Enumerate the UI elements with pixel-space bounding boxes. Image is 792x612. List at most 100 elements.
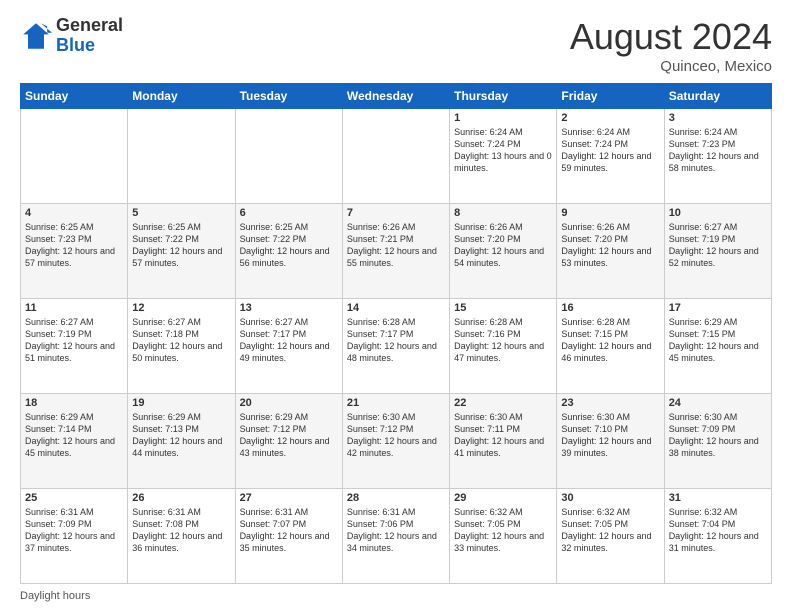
- day-number: 9: [561, 207, 659, 219]
- day-number: 18: [25, 397, 123, 409]
- calendar-cell: [21, 109, 128, 204]
- calendar-cell: 25 Sunrise: 6:31 AM Sunset: 7:09 PM Dayli…: [21, 489, 128, 584]
- day-number: 13: [240, 302, 338, 314]
- day-number: 3: [669, 112, 767, 124]
- week-row-3: 11 Sunrise: 6:27 AM Sunset: 7:19 PM Dayli…: [21, 299, 772, 394]
- day-info: Sunrise: 6:27 AM Sunset: 7:17 PM Dayligh…: [240, 316, 338, 365]
- day-info: Sunrise: 6:27 AM Sunset: 7:19 PM Dayligh…: [669, 221, 767, 270]
- footer: Daylight hours: [20, 590, 772, 602]
- day-info: Sunrise: 6:26 AM Sunset: 7:20 PM Dayligh…: [561, 221, 659, 270]
- day-number: 4: [25, 207, 123, 219]
- day-number: 26: [132, 492, 230, 504]
- day-number: 20: [240, 397, 338, 409]
- weekday-header-saturday: Saturday: [664, 84, 771, 109]
- day-info: Sunrise: 6:28 AM Sunset: 7:15 PM Dayligh…: [561, 316, 659, 365]
- weekday-header-row: SundayMondayTuesdayWednesdayThursdayFrid…: [21, 84, 772, 109]
- day-info: Sunrise: 6:27 AM Sunset: 7:18 PM Dayligh…: [132, 316, 230, 365]
- week-row-4: 18 Sunrise: 6:29 AM Sunset: 7:14 PM Dayli…: [21, 394, 772, 489]
- week-row-2: 4Sunrise: 6:25 AM Sunset: 7:23 PM Daylig…: [21, 204, 772, 299]
- calendar-cell: 18 Sunrise: 6:29 AM Sunset: 7:14 PM Dayli…: [21, 394, 128, 489]
- calendar-cell: 3 Sunrise: 6:24 AM Sunset: 7:23 PM Daylig…: [664, 109, 771, 204]
- calendar-cell: 27 Sunrise: 6:31 AM Sunset: 7:07 PM Dayli…: [235, 489, 342, 584]
- calendar-cell: 28 Sunrise: 6:31 AM Sunset: 7:06 PM Dayli…: [342, 489, 449, 584]
- day-number: 31: [669, 492, 767, 504]
- day-info: Sunrise: 6:25 AM Sunset: 7:22 PM Dayligh…: [132, 221, 230, 270]
- day-number: 5: [132, 207, 230, 219]
- calendar-cell: [342, 109, 449, 204]
- calendar-cell: 4Sunrise: 6:25 AM Sunset: 7:23 PM Daylig…: [21, 204, 128, 299]
- logo: General Blue: [20, 16, 123, 56]
- day-number: 14: [347, 302, 445, 314]
- day-number: 22: [454, 397, 552, 409]
- day-number: 17: [669, 302, 767, 314]
- day-info: Sunrise: 6:26 AM Sunset: 7:21 PM Dayligh…: [347, 221, 445, 270]
- calendar-cell: [235, 109, 342, 204]
- calendar-cell: 1 Sunrise: 6:24 AM Sunset: 7:24 PM Daylig…: [450, 109, 557, 204]
- calendar-cell: 29Sunrise: 6:32 AM Sunset: 7:05 PM Dayli…: [450, 489, 557, 584]
- day-number: 6: [240, 207, 338, 219]
- calendar-cell: 14Sunrise: 6:28 AM Sunset: 7:17 PM Dayli…: [342, 299, 449, 394]
- day-number: 23: [561, 397, 659, 409]
- calendar-cell: 23 Sunrise: 6:30 AM Sunset: 7:10 PM Dayli…: [557, 394, 664, 489]
- calendar-table: SundayMondayTuesdayWednesdayThursdayFrid…: [20, 83, 772, 584]
- day-number: 27: [240, 492, 338, 504]
- calendar-cell: 19 Sunrise: 6:29 AM Sunset: 7:13 PM Dayli…: [128, 394, 235, 489]
- location: Quinceo, Mexico: [570, 58, 772, 75]
- day-number: 25: [25, 492, 123, 504]
- day-info: Sunrise: 6:24 AM Sunset: 7:23 PM Dayligh…: [669, 126, 767, 175]
- day-number: 7: [347, 207, 445, 219]
- calendar-cell: 5 Sunrise: 6:25 AM Sunset: 7:22 PM Daylig…: [128, 204, 235, 299]
- calendar-cell: 30Sunrise: 6:32 AM Sunset: 7:05 PM Dayli…: [557, 489, 664, 584]
- day-number: 12: [132, 302, 230, 314]
- day-number: 21: [347, 397, 445, 409]
- day-info: Sunrise: 6:30 AM Sunset: 7:09 PM Dayligh…: [669, 411, 767, 460]
- day-info: Sunrise: 6:29 AM Sunset: 7:15 PM Dayligh…: [669, 316, 767, 365]
- day-info: Sunrise: 6:28 AM Sunset: 7:16 PM Dayligh…: [454, 316, 552, 365]
- day-info: Sunrise: 6:24 AM Sunset: 7:24 PM Dayligh…: [454, 126, 552, 175]
- day-info: Sunrise: 6:32 AM Sunset: 7:04 PM Dayligh…: [669, 506, 767, 555]
- month-year: August 2024: [570, 16, 772, 58]
- day-info: Sunrise: 6:31 AM Sunset: 7:08 PM Dayligh…: [132, 506, 230, 555]
- day-info: Sunrise: 6:26 AM Sunset: 7:20 PM Dayligh…: [454, 221, 552, 270]
- header: General Blue August 2024 Quinceo, Mexico: [20, 16, 772, 75]
- day-number: 1: [454, 112, 552, 124]
- day-info: Sunrise: 6:32 AM Sunset: 7:05 PM Dayligh…: [454, 506, 552, 555]
- calendar-cell: 31 Sunrise: 6:32 AM Sunset: 7:04 PM Dayli…: [664, 489, 771, 584]
- calendar-cell: 21Sunrise: 6:30 AM Sunset: 7:12 PM Dayli…: [342, 394, 449, 489]
- day-info: Sunrise: 6:31 AM Sunset: 7:07 PM Dayligh…: [240, 506, 338, 555]
- calendar-cell: [128, 109, 235, 204]
- day-info: Sunrise: 6:27 AM Sunset: 7:19 PM Dayligh…: [25, 316, 123, 365]
- week-row-1: 1 Sunrise: 6:24 AM Sunset: 7:24 PM Daylig…: [21, 109, 772, 204]
- day-number: 19: [132, 397, 230, 409]
- calendar-cell: 16 Sunrise: 6:28 AM Sunset: 7:15 PM Dayli…: [557, 299, 664, 394]
- weekday-header-tuesday: Tuesday: [235, 84, 342, 109]
- logo-general-text: General: [56, 15, 123, 35]
- day-number: 28: [347, 492, 445, 504]
- weekday-header-friday: Friday: [557, 84, 664, 109]
- calendar-cell: 7 Sunrise: 6:26 AM Sunset: 7:21 PM Daylig…: [342, 204, 449, 299]
- weekday-header-sunday: Sunday: [21, 84, 128, 109]
- weekday-header-monday: Monday: [128, 84, 235, 109]
- day-info: Sunrise: 6:29 AM Sunset: 7:14 PM Dayligh…: [25, 411, 123, 460]
- weekday-header-wednesday: Wednesday: [342, 84, 449, 109]
- day-info: Sunrise: 6:31 AM Sunset: 7:06 PM Dayligh…: [347, 506, 445, 555]
- logo-text: General Blue: [56, 16, 123, 56]
- calendar-cell: 10Sunrise: 6:27 AM Sunset: 7:19 PM Dayli…: [664, 204, 771, 299]
- logo-blue-text: Blue: [56, 35, 95, 55]
- calendar-cell: 11 Sunrise: 6:27 AM Sunset: 7:19 PM Dayli…: [21, 299, 128, 394]
- day-number: 16: [561, 302, 659, 314]
- day-info: Sunrise: 6:29 AM Sunset: 7:13 PM Dayligh…: [132, 411, 230, 460]
- calendar-cell: 8 Sunrise: 6:26 AM Sunset: 7:20 PM Daylig…: [450, 204, 557, 299]
- calendar-cell: 24Sunrise: 6:30 AM Sunset: 7:09 PM Dayli…: [664, 394, 771, 489]
- day-number: 11: [25, 302, 123, 314]
- day-info: Sunrise: 6:29 AM Sunset: 7:12 PM Dayligh…: [240, 411, 338, 460]
- calendar-cell: 6Sunrise: 6:25 AM Sunset: 7:22 PM Daylig…: [235, 204, 342, 299]
- calendar-cell: 26 Sunrise: 6:31 AM Sunset: 7:08 PM Dayli…: [128, 489, 235, 584]
- calendar-cell: 20 Sunrise: 6:29 AM Sunset: 7:12 PM Dayli…: [235, 394, 342, 489]
- day-info: Sunrise: 6:30 AM Sunset: 7:10 PM Dayligh…: [561, 411, 659, 460]
- day-info: Sunrise: 6:31 AM Sunset: 7:09 PM Dayligh…: [25, 506, 123, 555]
- calendar-cell: 2Sunrise: 6:24 AM Sunset: 7:24 PM Daylig…: [557, 109, 664, 204]
- logo-icon: [20, 20, 52, 52]
- calendar-cell: 15Sunrise: 6:28 AM Sunset: 7:16 PM Dayli…: [450, 299, 557, 394]
- day-number: 8: [454, 207, 552, 219]
